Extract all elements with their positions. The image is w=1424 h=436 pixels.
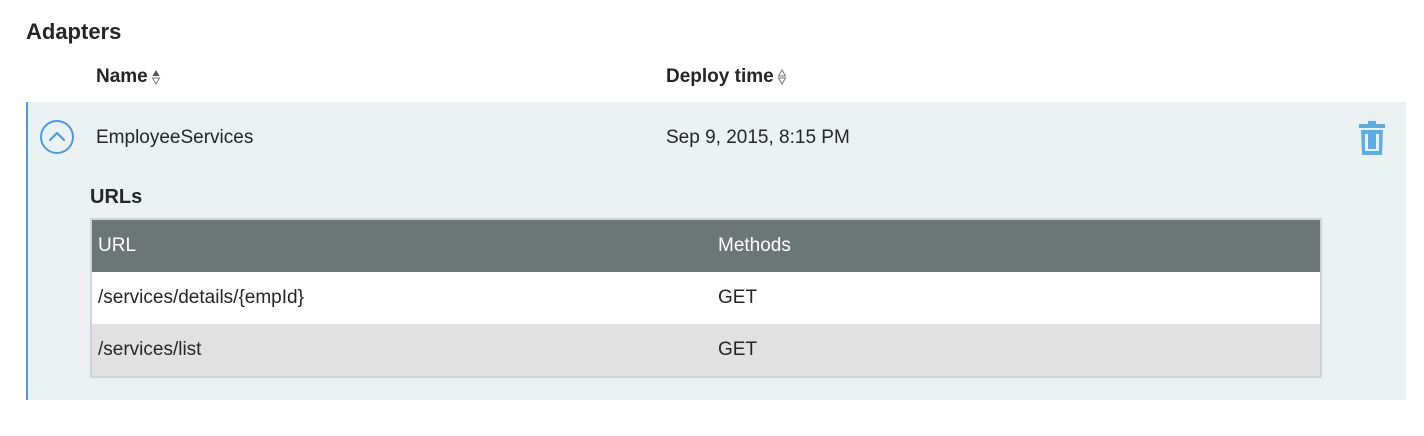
methods-cell: GET: [712, 324, 1321, 377]
sort-icon[interactable]: [777, 67, 787, 87]
urls-section-title: URLs: [90, 186, 143, 208]
column-header-name-label: Name: [96, 66, 148, 87]
methods-column-header: Methods: [712, 219, 1321, 272]
trash-icon[interactable]: [1358, 120, 1386, 156]
urls-table: URL Methods /services/details/{empId} GE…: [90, 218, 1322, 378]
page-title: Adapters: [26, 19, 122, 44]
sort-icon[interactable]: [151, 67, 161, 87]
adapter-deploy-time: Sep 9, 2015, 8:15 PM: [666, 127, 850, 148]
url-cell: /services/details/{empId}: [91, 272, 712, 324]
table-row: /services/list GET: [91, 324, 1321, 377]
column-header-deploy-time[interactable]: Deploy time: [666, 64, 787, 90]
methods-cell: GET: [712, 272, 1321, 324]
url-cell: /services/list: [91, 324, 712, 377]
table-row: /services/details/{empId} GET: [91, 272, 1321, 324]
column-header-deploy-time-label: Deploy time: [666, 66, 774, 87]
column-header-name[interactable]: Name: [96, 64, 161, 90]
url-column-header: URL: [91, 219, 712, 272]
adapter-row[interactable]: EmployeeServices Sep 9, 2015, 8:15 PM UR…: [26, 102, 1406, 400]
table-header-row: URL Methods: [91, 219, 1321, 272]
adapter-name[interactable]: EmployeeServices: [96, 126, 253, 150]
chevron-up-circle-icon[interactable]: [39, 119, 75, 155]
